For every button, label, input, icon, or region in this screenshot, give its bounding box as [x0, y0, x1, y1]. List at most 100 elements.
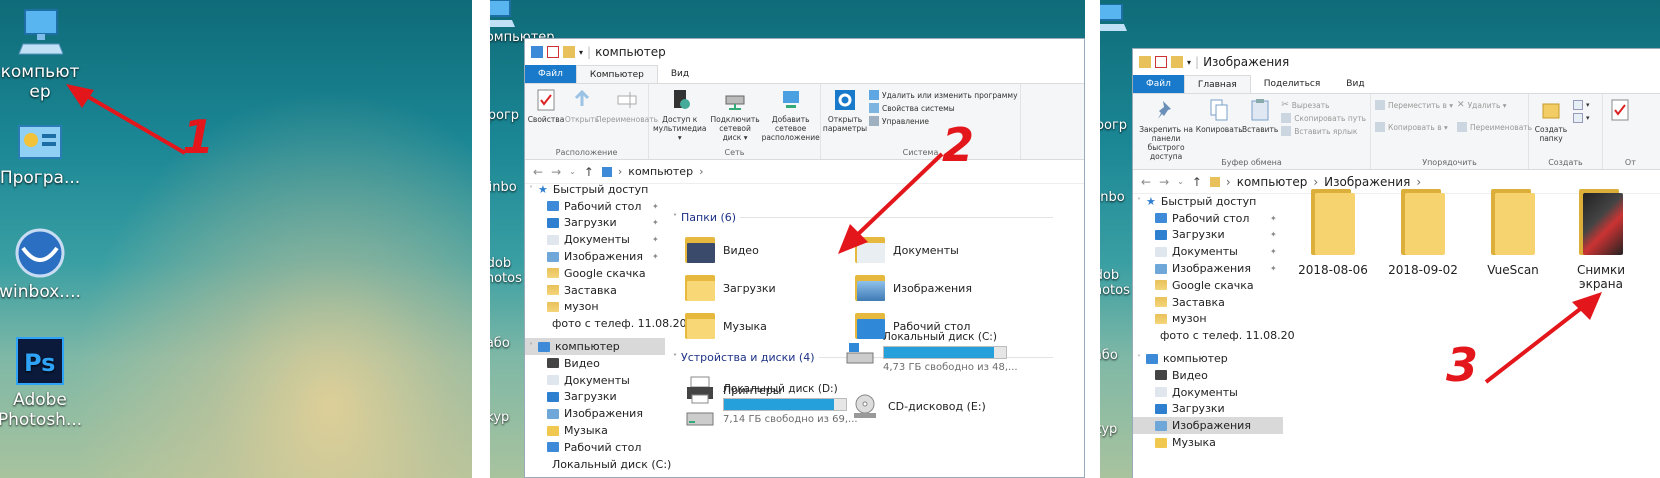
- up-arrow-icon[interactable]: ↑: [1192, 175, 1202, 189]
- music-icon: [547, 425, 559, 436]
- uninstall-program-button[interactable]: Удалить или изменить программу: [869, 90, 1018, 100]
- nav-quick-access[interactable]: ˅ ★ Быстрый доступ: [525, 181, 665, 198]
- nav-item[interactable]: Заставка: [1133, 294, 1283, 311]
- music-icon: [1155, 437, 1167, 448]
- breadcrumb[interactable]: › компьютер ›: [601, 165, 703, 178]
- pin-icon: ✦: [652, 252, 659, 262]
- tab-file[interactable]: Файл: [525, 65, 576, 83]
- nav-computer[interactable]: ˅ компьютер: [525, 338, 665, 355]
- nav-item[interactable]: Музыка: [1133, 434, 1283, 451]
- nav-item[interactable]: Изображения ✦: [1133, 260, 1283, 277]
- nav-item[interactable]: Рабочий стол ✦: [525, 198, 665, 215]
- new-folder-icon: [1542, 103, 1560, 119]
- nav-quick-access[interactable]: ˅ ★ Быстрый доступ: [1133, 193, 1283, 210]
- ribbon-group-system: Открыть параметры Удалить или изменить п…: [821, 84, 1021, 159]
- copy-path-icon: [1281, 113, 1292, 123]
- tab-view[interactable]: Вид: [658, 65, 702, 83]
- copy-to-button[interactable]: Копировать в ▾: [1375, 122, 1453, 132]
- copy-path-button[interactable]: Скопировать путь: [1281, 113, 1366, 123]
- nav-item[interactable]: Рабочий стол ✦: [1133, 210, 1283, 227]
- back-arrow-icon[interactable]: ←: [533, 165, 543, 179]
- desktop-icon-winbox[interactable]: winbox....: [0, 228, 86, 302]
- nav-item[interactable]: Google скачка: [1133, 277, 1283, 294]
- nav-item[interactable]: Загрузки: [1133, 401, 1283, 418]
- nav-item[interactable]: Документы: [525, 372, 665, 389]
- breadcrumb-item[interactable]: Изображения: [1324, 175, 1410, 189]
- delete-button[interactable]: ✕ Удалить ▾: [1457, 100, 1532, 110]
- device-item[interactable]: CD-дисковод (E:): [850, 391, 986, 421]
- desktop-icon-photoshop[interactable]: Ps Adobe Photosh...: [0, 336, 86, 430]
- nav-item[interactable]: музон: [1133, 311, 1283, 328]
- nav-item[interactable]: фото с телеф. 11.08.20: [1133, 327, 1295, 344]
- nav-item[interactable]: Видео: [525, 355, 665, 372]
- new-item-button[interactable]: ▾: [1573, 100, 1590, 110]
- navigation-pane: ˅ ★ Быстрый доступ Рабочий стол ✦ Загрузки ✦…: [1133, 193, 1295, 451]
- tab-share[interactable]: Поделиться: [1251, 75, 1334, 93]
- rename-button[interactable]: Переименовать: [1457, 122, 1532, 132]
- folder-item-screenshots[interactable]: Снимки экрана: [1561, 189, 1641, 291]
- chevron-down-icon[interactable]: ⌄: [1177, 177, 1184, 186]
- partial-label: winbo: [1100, 190, 1125, 205]
- nav-item[interactable]: фото с телеф. 11.08.20: [525, 315, 687, 332]
- folder-item[interactable]: Изображения: [855, 273, 972, 303]
- nav-item-selected[interactable]: Изображения: [1133, 417, 1283, 435]
- nav-item[interactable]: Изображения: [525, 405, 665, 422]
- folder-icon: [547, 268, 559, 279]
- network-drive-icon: [725, 95, 745, 110]
- device-item[interactable]: Локальный диск (D:) 7,14 ГБ свободно из 6…: [685, 383, 858, 433]
- nav-item[interactable]: музон: [525, 299, 665, 316]
- nav-item[interactable]: Документы ✦: [525, 231, 665, 248]
- forward-arrow-icon[interactable]: →: [1159, 175, 1169, 189]
- system-properties-button[interactable]: Свойства системы: [869, 103, 1018, 113]
- cut-button[interactable]: ✂ Вырезать: [1281, 100, 1366, 110]
- nav-item[interactable]: Локальный диск (C:): [525, 456, 671, 473]
- nav-item[interactable]: Рабочий стол: [525, 439, 665, 456]
- computer-icon: [1146, 353, 1158, 364]
- tab-home[interactable]: Главная: [1183, 75, 1251, 93]
- breadcrumb-item[interactable]: компьютер: [628, 165, 693, 178]
- folder-item[interactable]: 2018-08-06: [1293, 189, 1373, 277]
- folder-item[interactable]: Загрузки: [685, 273, 776, 303]
- paste-icon: [1251, 99, 1269, 121]
- folder-icon[interactable]: [563, 46, 575, 58]
- pictures-icon: [1155, 263, 1167, 274]
- chevron-down-icon[interactable]: ⌄: [569, 167, 576, 176]
- ribbon-group-organize: Переместить в ▾ Копировать в ▾ ✕ Удалить …: [1371, 94, 1532, 169]
- folder-icon[interactable]: [1171, 56, 1183, 68]
- nav-item[interactable]: Загрузки ✦: [525, 215, 665, 232]
- nav-item[interactable]: Документы ✦: [1133, 243, 1283, 260]
- paste-shortcut-button[interactable]: Вставить ярлык: [1281, 126, 1366, 136]
- nav-item[interactable]: Изображения ✦: [525, 248, 665, 265]
- nav-item[interactable]: Документы: [1133, 384, 1283, 401]
- nav-item[interactable]: Google скачка: [525, 265, 665, 282]
- easy-access-button[interactable]: ▾: [1573, 113, 1590, 123]
- nav-item[interactable]: Видео: [1133, 367, 1283, 384]
- nav-item[interactable]: Загрузки ✦: [1133, 227, 1283, 244]
- device-item[interactable]: Локальный диск (C:) 4,73 ГБ свободно из 4…: [845, 331, 1018, 373]
- nav-item[interactable]: Загрузки: [525, 389, 665, 406]
- breadcrumb-item[interactable]: компьютер: [1237, 175, 1308, 189]
- breadcrumb[interactable]: › компьютер › Изображения ›: [1209, 175, 1421, 189]
- properties-icon[interactable]: [547, 46, 559, 58]
- folder-item[interactable]: Видео: [685, 235, 759, 265]
- up-arrow-icon[interactable]: ↑: [584, 165, 594, 179]
- dropdown-icon[interactable]: ▾: [579, 48, 583, 57]
- tab-file[interactable]: Файл: [1133, 75, 1184, 93]
- documents-icon: [1155, 246, 1167, 257]
- forward-arrow-icon[interactable]: →: [551, 165, 561, 179]
- folder-item[interactable]: Музыка: [685, 311, 767, 341]
- computer-icon: [1100, 4, 1127, 31]
- tab-view[interactable]: Вид: [1333, 75, 1377, 93]
- back-arrow-icon[interactable]: ←: [1141, 175, 1151, 189]
- drive-usage-fill: [724, 399, 834, 410]
- system-drive-icon: [846, 343, 874, 364]
- properties-icon[interactable]: [1155, 56, 1167, 68]
- folder-item[interactable]: VueScan: [1473, 189, 1553, 277]
- nav-computer[interactable]: ˅ компьютер: [1133, 350, 1283, 367]
- tab-computer[interactable]: Компьютер: [575, 65, 658, 83]
- nav-item[interactable]: Музыка: [525, 422, 665, 439]
- dropdown-icon[interactable]: ▾: [1187, 58, 1191, 67]
- nav-item[interactable]: Заставка: [525, 282, 665, 299]
- move-to-button[interactable]: Переместить в ▾: [1375, 100, 1453, 110]
- folder-item[interactable]: 2018-09-02: [1383, 189, 1463, 277]
